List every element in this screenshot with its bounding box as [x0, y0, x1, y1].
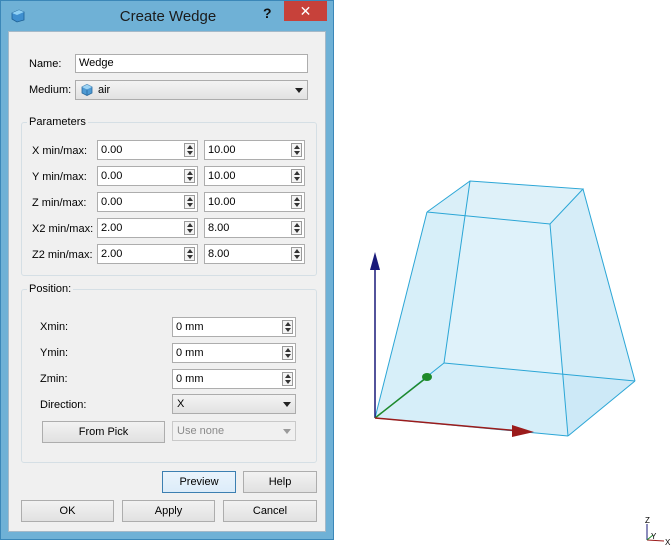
spin-arrows-icon[interactable] — [291, 221, 302, 235]
mini-z-label: Z — [645, 516, 650, 525]
chevron-down-icon — [295, 88, 303, 93]
xmin-stepper[interactable]: 0 mm — [172, 317, 296, 337]
mini-y-label: Y — [651, 532, 657, 541]
spin-arrows-icon[interactable] — [184, 221, 195, 235]
parameters-title: Parameters — [27, 116, 88, 128]
spin-arrows-icon[interactable] — [184, 247, 195, 261]
chevron-down-icon — [283, 402, 291, 407]
spin-arrows-icon[interactable] — [291, 195, 302, 209]
zmin-stepper[interactable]: 0 mm — [172, 369, 296, 389]
spin-arrows-icon[interactable] — [282, 346, 293, 360]
direction-select[interactable]: X — [172, 394, 296, 414]
spin-arrows-icon[interactable] — [291, 169, 302, 183]
direction-label: Direction: — [40, 399, 87, 411]
material-cube-icon — [81, 84, 93, 96]
help-button[interactable]: Help — [243, 471, 317, 493]
mini-x-label: X — [665, 538, 671, 547]
x-max-stepper[interactable]: 10.00 — [204, 140, 305, 160]
preview-button[interactable]: Preview — [162, 471, 236, 493]
spin-arrows-icon[interactable] — [282, 372, 293, 386]
medium-select[interactable]: air — [75, 80, 308, 100]
param-label: Y min/max: — [32, 171, 87, 183]
use-pick-select: Use none — [172, 421, 296, 441]
spin-arrows-icon[interactable] — [282, 320, 293, 334]
z-axis — [370, 252, 380, 418]
cancel-button[interactable]: Cancel — [223, 500, 317, 522]
spin-arrows-icon[interactable] — [184, 143, 195, 157]
spin-arrows-icon[interactable] — [184, 195, 195, 209]
spin-arrows-icon[interactable] — [184, 169, 195, 183]
y-min-stepper[interactable]: 0.00 — [97, 166, 198, 186]
chevron-down-icon — [283, 429, 291, 434]
close-button[interactable]: ✕ — [284, 1, 327, 21]
z2-min-stepper[interactable]: 2.00 — [97, 244, 198, 264]
spin-arrows-icon[interactable] — [291, 143, 302, 157]
position-title: Position: — [27, 283, 74, 295]
param-label: X2 min/max: — [32, 223, 94, 235]
create-wedge-dialog: Create Wedge ? ✕ Name: Wedge Medium: air… — [0, 0, 334, 540]
z2-max-stepper[interactable]: 8.00 — [204, 244, 305, 264]
zmin-label: Zmin: — [40, 373, 68, 385]
x2-min-stepper[interactable]: 2.00 — [97, 218, 198, 238]
help-question-icon[interactable]: ? — [263, 5, 272, 21]
from-pick-button[interactable]: From Pick — [42, 421, 165, 443]
direction-value: X — [177, 398, 185, 410]
axis-triad-icon: Z Y X — [645, 516, 671, 547]
xmin-label: Xmin: — [40, 321, 69, 333]
name-field[interactable]: Wedge — [75, 54, 308, 73]
3d-viewport[interactable]: Z Y X — [334, 0, 672, 547]
wedge-front-face — [375, 212, 568, 436]
param-label: Z min/max: — [32, 197, 87, 209]
medium-label: Medium: — [29, 84, 72, 96]
title-bar[interactable]: Create Wedge ? ✕ — [1, 1, 335, 31]
dialog-client-area: Name: Wedge Medium: air Parameters X min… — [8, 31, 326, 532]
medium-value: air — [98, 84, 111, 96]
spin-arrows-icon[interactable] — [291, 247, 302, 261]
z-min-stepper[interactable]: 0.00 — [97, 192, 198, 212]
ymin-label: Ymin: — [40, 347, 69, 359]
param-label: Z2 min/max: — [32, 249, 93, 261]
param-label: X min/max: — [32, 145, 88, 157]
y-max-stepper[interactable]: 10.00 — [204, 166, 305, 186]
apply-button[interactable]: Apply — [122, 500, 215, 522]
x2-max-stepper[interactable]: 8.00 — [204, 218, 305, 238]
x-min-stepper[interactable]: 0.00 — [97, 140, 198, 160]
z-max-stepper[interactable]: 10.00 — [204, 192, 305, 212]
use-pick-value: Use none — [177, 425, 225, 437]
ymin-stepper[interactable]: 0 mm — [172, 343, 296, 363]
name-label: Name: — [29, 58, 62, 70]
ok-button[interactable]: OK — [21, 500, 114, 522]
